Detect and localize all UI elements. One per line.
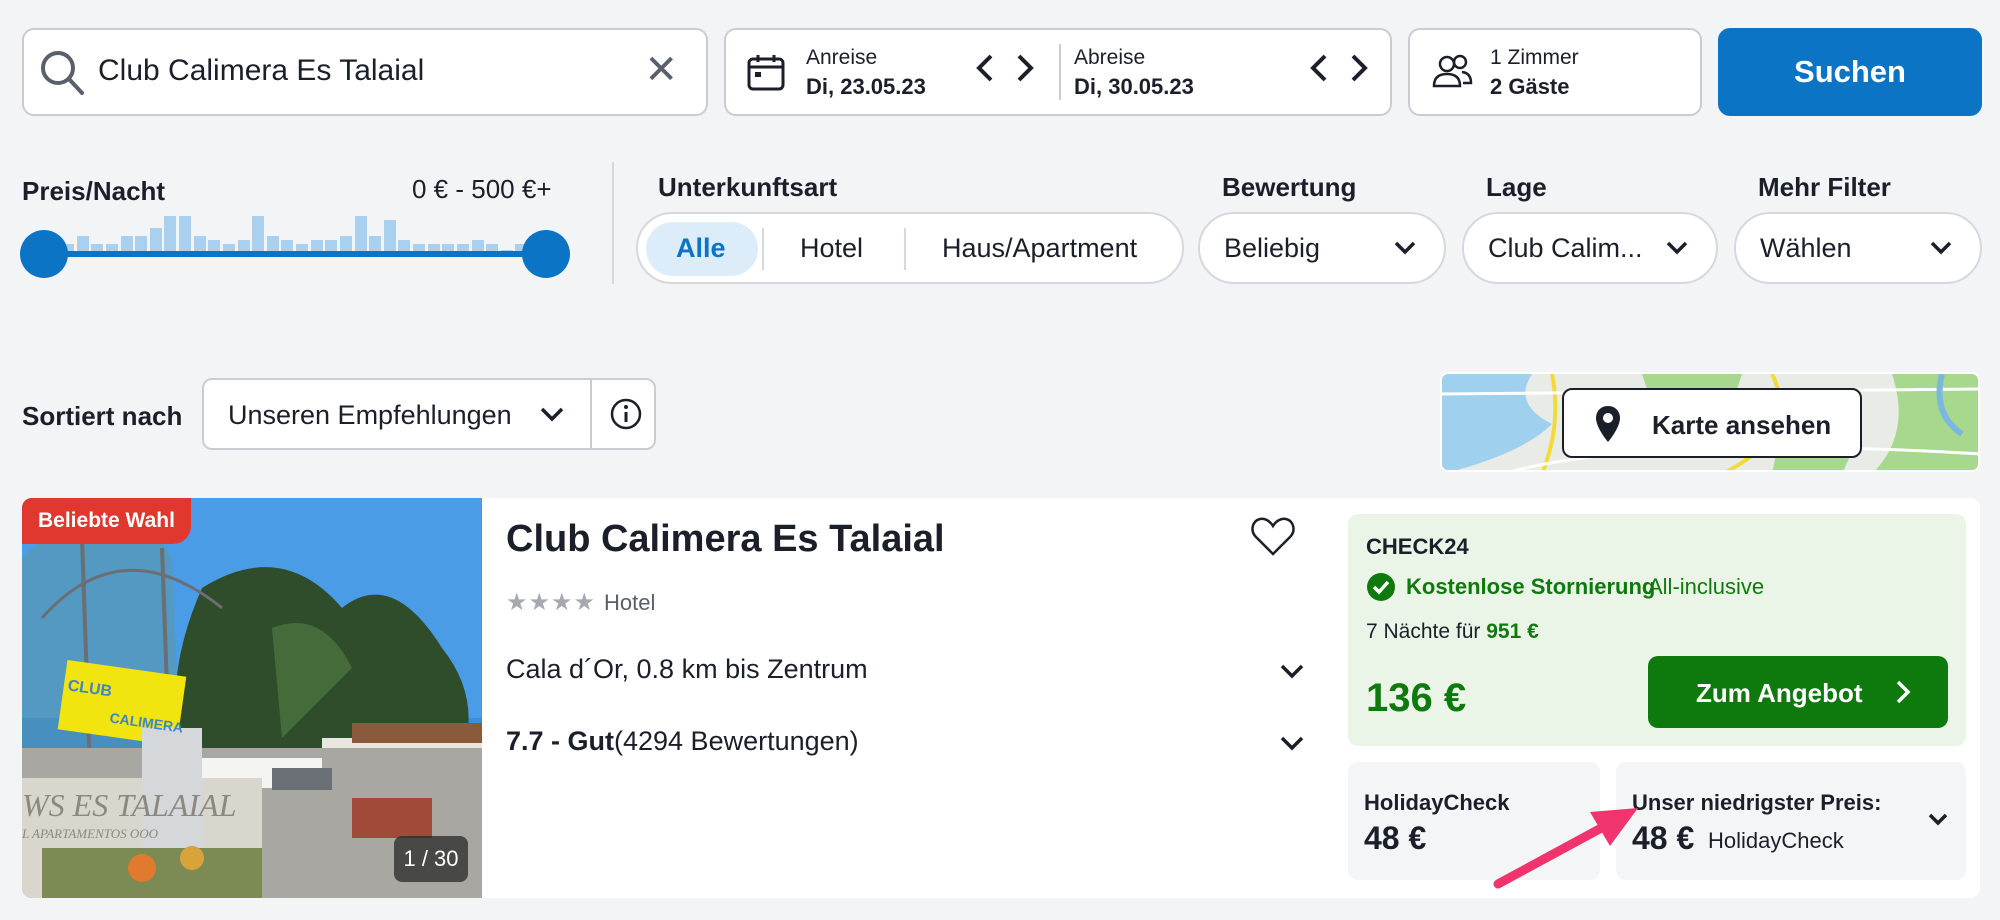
- search-icon: [38, 48, 86, 103]
- histogram-bar: [252, 216, 265, 252]
- offer-cta-button[interactable]: Zum Angebot: [1648, 656, 1948, 728]
- histogram-bar: [179, 216, 191, 252]
- annotation-arrow: [1493, 808, 1638, 889]
- sort-dropdown[interactable]: Unseren Empfehlungen: [202, 378, 656, 450]
- chevron-right-icon: [1892, 674, 1914, 715]
- price-histogram: [62, 214, 542, 252]
- histogram-bar: [383, 220, 396, 252]
- type-divider: [762, 228, 764, 270]
- lowest-price-provider: HolidayCheck: [1708, 828, 1844, 853]
- price-range-text: 0 € - 500 €+: [412, 174, 552, 204]
- price-filter-label: Preis/Nacht: [22, 176, 166, 206]
- photo-sign-text: L APARTAMENTOS OOO: [22, 826, 159, 841]
- histogram-bar: [354, 216, 367, 252]
- histogram-bar: [193, 236, 206, 252]
- star-icon: ★: [551, 589, 573, 616]
- rating-filter-dropdown[interactable]: Beliebig: [1198, 212, 1446, 284]
- info-icon[interactable]: [608, 396, 644, 437]
- map-button[interactable]: Karte ansehen: [1562, 388, 1862, 458]
- more-filter-label: Mehr Filter: [1758, 172, 1891, 202]
- map-preview[interactable]: Karte ansehen: [1440, 372, 1980, 472]
- cancellation-text: Kostenlose Stornierung: [1406, 574, 1656, 599]
- histogram-bar: [266, 236, 279, 252]
- rating-row[interactable]: 7.7 - Gut (4294 Bewertungen): [506, 726, 1316, 766]
- type-option-apartment[interactable]: Haus/Apartment: [942, 233, 1137, 264]
- star-icon: ★: [573, 589, 596, 616]
- photo-counter: 1 / 30: [394, 836, 468, 882]
- popular-badge: Beliebte Wahl: [22, 498, 191, 544]
- departure-date[interactable]: Abreise Di, 30.05.23: [1074, 30, 1194, 114]
- chevron-down-icon: [1278, 654, 1306, 695]
- main-offer[interactable]: CHECK24 Kostenlose Stornierung All-inclu…: [1348, 514, 1966, 746]
- chevron-down-icon: [1392, 230, 1418, 271]
- hotel-type: Hotel: [604, 590, 656, 615]
- chevron-down-icon: [1278, 726, 1306, 767]
- lowest-price-box[interactable]: Unser niedrigster Preis: 48 € HolidayChe…: [1616, 762, 1966, 880]
- guests-text: 2 Gäste: [1490, 74, 1570, 99]
- close-icon[interactable]: ✕: [644, 48, 678, 92]
- hotel-photo[interactable]: CLUB CALIMERA WS ES TALAIAL L APARTAMENT…: [22, 498, 482, 898]
- filter-divider: [612, 162, 614, 284]
- location-row[interactable]: Cala d´Or, 0.8 km bis Zentrum: [506, 654, 1316, 694]
- chevron-down-icon[interactable]: [1926, 804, 1950, 841]
- date-picker[interactable]: Anreise Di, 23.05.23 Abreise Di, 30.05.2…: [724, 28, 1392, 116]
- photo-sign-text: WS ES TALAIAL: [22, 787, 237, 823]
- date-divider: [1059, 44, 1061, 100]
- price-slider-track: [42, 251, 548, 257]
- search-button[interactable]: Suchen: [1718, 28, 1982, 116]
- star-icon: ★: [528, 589, 551, 616]
- chevron-down-icon: [1928, 230, 1954, 271]
- histogram-bar: [120, 236, 133, 252]
- users-icon: [1430, 52, 1474, 97]
- histogram-bar: [339, 236, 352, 252]
- histogram-bar: [369, 236, 382, 252]
- board-text: All-inclusive: [1648, 574, 1765, 599]
- histogram-bar: [76, 236, 89, 252]
- more-filter-dropdown[interactable]: Wählen: [1734, 212, 1982, 284]
- histogram-bar: [149, 228, 162, 252]
- lowest-price-label: Unser niedrigster Preis:: [1632, 790, 1882, 815]
- rating-filter-label: Bewertung: [1222, 172, 1357, 202]
- chevron-left-icon[interactable]: [1308, 48, 1330, 97]
- hotel-card[interactable]: CLUB CALIMERA WS ES TALAIAL L APARTAMENT…: [22, 498, 1980, 898]
- chevron-down-icon: [1664, 230, 1690, 271]
- offer-price: 136 €: [1366, 676, 1467, 720]
- search-value: Club Calimera Es Talaial: [98, 54, 425, 87]
- sort-label: Sortiert nach: [22, 401, 183, 431]
- check-circle-icon: [1366, 572, 1396, 607]
- rating-count: (4294 Bewertungen): [614, 726, 859, 756]
- chevron-left-icon[interactable]: [974, 48, 996, 97]
- histogram-bar: [135, 236, 148, 252]
- nights-price: 951 €: [1486, 620, 1539, 643]
- nights-text: 7 Nächte für 951 €: [1366, 620, 1539, 643]
- histogram-bar: [164, 216, 177, 252]
- alt-offer-price: 48 €: [1364, 820, 1427, 856]
- hotel-name[interactable]: Club Calimera Es Talaial: [506, 518, 945, 561]
- map-pin-icon: [1594, 404, 1622, 449]
- chevron-right-icon[interactable]: [1014, 48, 1036, 97]
- chevron-right-icon[interactable]: [1348, 48, 1370, 97]
- star-icon: ★: [506, 589, 528, 616]
- rating-score: 7.7 - Gut: [506, 726, 615, 756]
- price-slider-min-handle[interactable]: [20, 230, 68, 278]
- price-slider-max-handle[interactable]: [522, 230, 570, 278]
- search-input[interactable]: Club Calimera Es Talaial ✕: [22, 28, 708, 116]
- type-divider: [904, 228, 906, 270]
- location-filter-label: Lage: [1486, 172, 1547, 202]
- chevron-down-icon: [538, 396, 566, 437]
- offer-provider: CHECK24: [1366, 534, 1469, 559]
- rooms-text: 1 Zimmer: [1490, 46, 1579, 69]
- type-option-all[interactable]: Alle: [676, 233, 726, 264]
- calendar-icon: [746, 52, 786, 97]
- type-filter-label: Unterkunftsart: [658, 172, 838, 202]
- heart-icon[interactable]: [1250, 516, 1296, 563]
- guest-selector[interactable]: 1 Zimmer 2 Gäste: [1408, 28, 1702, 116]
- arrival-date[interactable]: Anreise Di, 23.05.23: [806, 30, 926, 114]
- location-filter-dropdown[interactable]: Club Calim...: [1462, 212, 1718, 284]
- star-rating: ★★★★: [506, 588, 596, 617]
- type-filter: Alle Hotel Haus/Apartment: [636, 212, 1184, 284]
- type-option-hotel[interactable]: Hotel: [800, 233, 863, 264]
- sort-divider: [590, 380, 592, 448]
